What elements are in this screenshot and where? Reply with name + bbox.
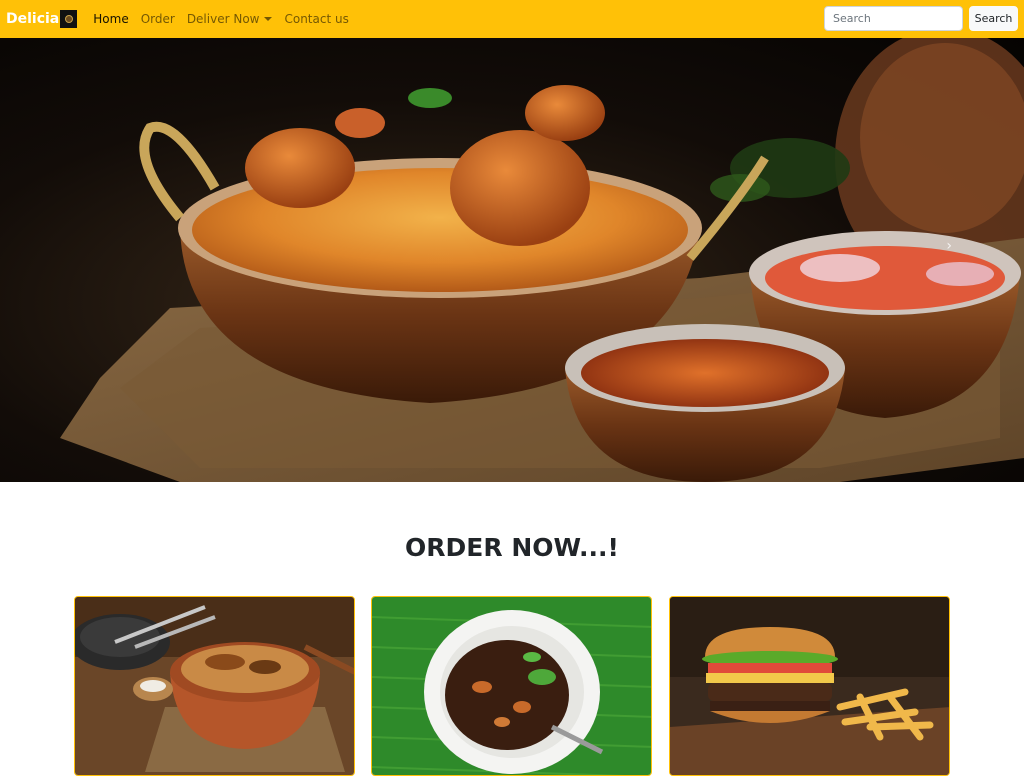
biryani-hero-image (60, 38, 1024, 482)
menu-card-burger[interactable] (669, 596, 950, 776)
navbar: Delicia Home Order Deliver Now Contact u… (0, 0, 1024, 38)
nav-link-label: Order (140, 12, 175, 26)
menu-card-biryani[interactable] (74, 596, 355, 776)
brand-link[interactable]: Delicia (6, 10, 78, 28)
nav-link-contact-us[interactable]: Contact us (284, 12, 348, 26)
beef-fry-banana-leaf-image (372, 597, 651, 775)
brand-logo-icon (60, 10, 78, 28)
caret-down-icon (264, 17, 273, 21)
menu-card-beef-fry[interactable] (371, 596, 652, 776)
search-form: Search (824, 6, 1018, 31)
hero-carousel: › (0, 38, 1024, 482)
nav-link-deliver-now[interactable]: Deliver Now (187, 12, 273, 26)
nav-link-home[interactable]: Home (93, 12, 128, 26)
nav-links: Home Order Deliver Now Contact us (93, 12, 361, 26)
nav-link-label: Home (93, 12, 129, 26)
search-input[interactable] (824, 6, 963, 31)
menu-cards (74, 596, 951, 776)
nav-link-label: Contact us (284, 12, 349, 26)
chevron-right-icon[interactable]: › (946, 238, 952, 254)
nav-link-label: Deliver Now (186, 12, 260, 26)
burger-fries-image (670, 597, 949, 775)
nav-link-order[interactable]: Order (141, 12, 175, 26)
brand-name: Delicia (6, 11, 60, 27)
search-button[interactable]: Search (969, 6, 1018, 31)
biryani-clay-pot-image (75, 597, 354, 775)
section-title: ORDER NOW...! (405, 533, 619, 562)
